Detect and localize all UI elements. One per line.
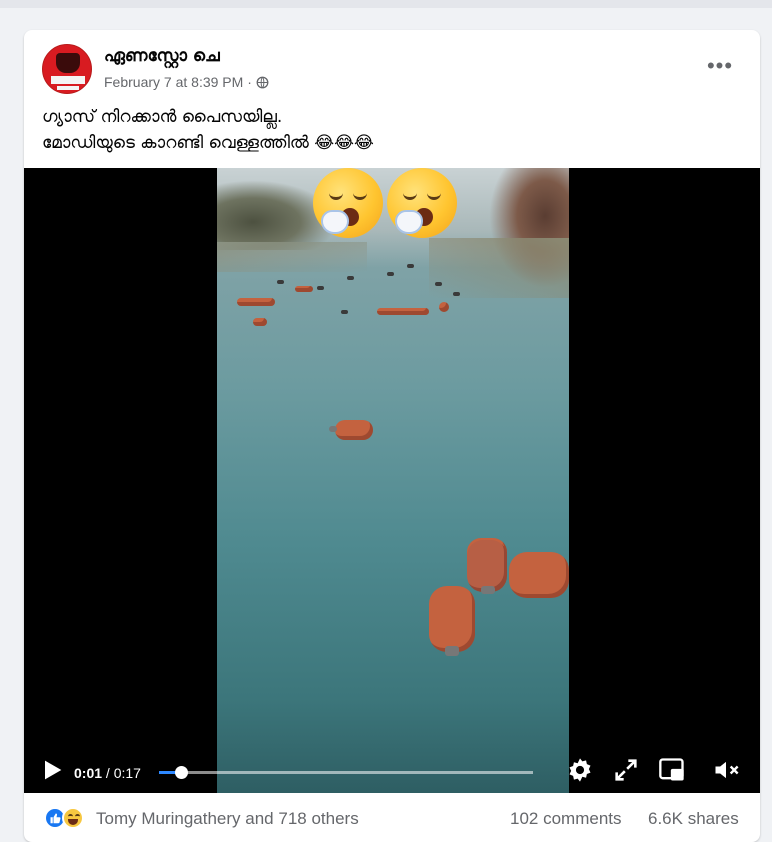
time-separator: / — [102, 765, 114, 781]
post-footer: Tomy Muringathery and 718 others 102 com… — [24, 793, 760, 842]
post-meta: February 7 at 8:39 PM · — [104, 74, 269, 90]
floating-cylinder — [317, 286, 324, 290]
shares-count[interactable]: 6.6K shares — [648, 809, 739, 829]
floating-cylinder — [453, 292, 460, 296]
caption-line-2-text: മോഡിയുടെ കാറണ്ടി വെള്ളത്തിൽ — [42, 133, 309, 153]
seek-bar-handle[interactable] — [175, 766, 189, 779]
post-timestamp[interactable]: February 7 at 8:39 PM — [104, 74, 243, 90]
floating-cylinder — [377, 308, 429, 315]
floating-cylinder — [429, 586, 475, 656]
video-player[interactable]: 0:01 / 0:17 — [24, 168, 760, 793]
avatar-band — [51, 76, 85, 84]
picture-in-picture-icon[interactable] — [658, 756, 686, 784]
more-horizontal-icon[interactable]: ••• — [702, 53, 738, 78]
video-time: 0:01 / 0:17 — [74, 765, 141, 781]
floating-cylinder — [253, 318, 267, 326]
floating-cylinder — [387, 272, 394, 276]
caption-emoji-3: 😂 — [354, 133, 374, 153]
page-name[interactable]: ഏണസ്റ്റോ ചെ — [104, 46, 220, 66]
floating-cylinder — [329, 420, 373, 440]
video-controls: 0:01 / 0:17 — [24, 746, 760, 793]
current-time: 0:01 — [74, 765, 103, 781]
reaction-icons[interactable] — [44, 807, 90, 829]
post-caption: ഗ്യാസ് നിറക്കാൻ പൈസയില്ല. മോഡിയുടെ കാറണ്… — [42, 104, 742, 156]
floating-cylinder — [347, 276, 354, 280]
avatar-portrait — [56, 53, 80, 73]
caption-line-1: ഗ്യാസ് നിറക്കാൻ പൈസയില്ല. — [42, 107, 283, 127]
caption-emoji-2: 😂 — [334, 133, 355, 153]
play-icon[interactable] — [38, 756, 66, 784]
canal-bank-right — [429, 238, 569, 298]
floating-cylinder — [509, 552, 569, 598]
floating-cylinder — [435, 282, 442, 286]
floating-cylinder — [467, 540, 507, 594]
floating-cylinder — [341, 310, 348, 314]
caption-emoji-1: 😂 — [314, 133, 335, 153]
reactors-summary[interactable]: Tomy Muringathery and 718 others — [96, 809, 359, 829]
floating-cylinder — [237, 298, 275, 306]
meta-separator: · — [247, 74, 252, 90]
muted-speaker-icon[interactable] — [712, 756, 740, 784]
floating-cylinder — [277, 280, 284, 284]
canal-bank-left — [217, 242, 367, 272]
yawning-face-emoji — [313, 168, 383, 238]
settings-icon[interactable] — [566, 756, 594, 784]
haha-icon — [62, 807, 84, 829]
post-card: ഏണസ്റ്റോ ചെ February 7 at 8:39 PM · ••• … — [24, 30, 760, 842]
comments-count[interactable]: 102 comments — [510, 809, 622, 829]
video-frame — [217, 168, 569, 793]
fullscreen-icon[interactable] — [612, 756, 640, 784]
top-divider — [0, 0, 772, 8]
duration: 0:17 — [113, 765, 141, 781]
floating-cylinder — [295, 286, 313, 292]
floating-cylinder — [407, 264, 414, 268]
seek-bar[interactable] — [159, 766, 533, 779]
avatar-band-small — [57, 86, 79, 90]
floating-cylinder — [439, 302, 449, 312]
caption-line-2: മോഡിയുടെ കാറണ്ടി വെള്ളത്തിൽ 😂😂😂 — [42, 130, 742, 156]
post-header: ഏണസ്റ്റോ ചെ February 7 at 8:39 PM · ••• — [24, 30, 760, 100]
yawning-face-emoji — [387, 168, 457, 238]
globe-icon[interactable] — [256, 76, 269, 89]
avatar[interactable] — [42, 44, 92, 94]
